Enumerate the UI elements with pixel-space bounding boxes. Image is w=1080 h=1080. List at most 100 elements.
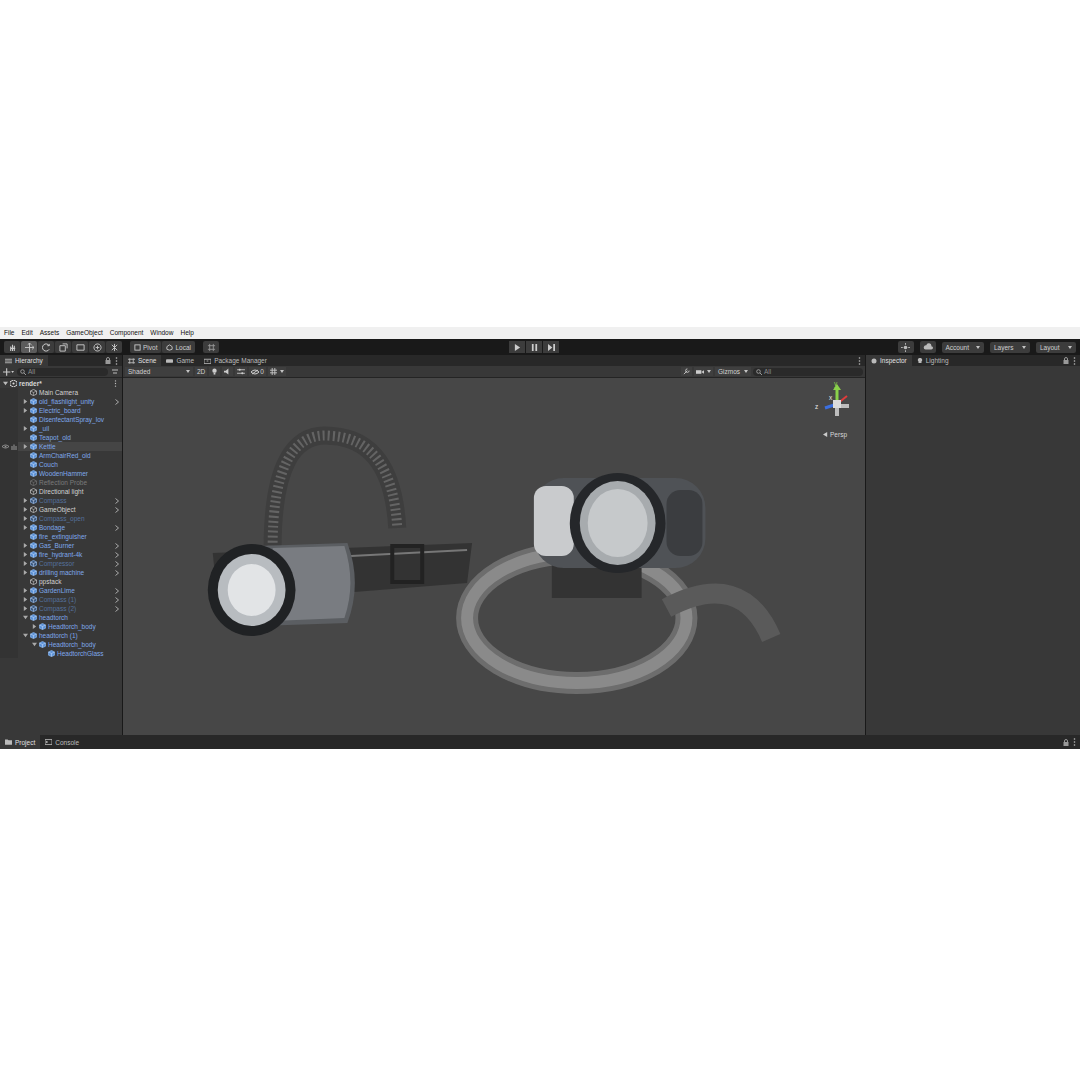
pivot-toggle[interactable]: Pivot — [130, 341, 161, 353]
effects-toggle[interactable] — [235, 367, 247, 376]
hierarchy-item[interactable]: old_flashlight_unity — [0, 397, 122, 406]
expanded-arrow-icon[interactable] — [23, 615, 28, 620]
hierarchy-item[interactable]: Headtorch_body — [0, 622, 122, 631]
open-prefab-arrow-icon[interactable] — [115, 399, 119, 405]
collapsed-arrow-icon[interactable] — [23, 399, 28, 404]
hierarchy-item[interactable]: Teapot_old — [0, 433, 122, 442]
collapsed-arrow-icon[interactable] — [23, 408, 28, 413]
tool-button[interactable] — [89, 341, 105, 353]
hierarchy-item[interactable]: HeadtorchGlass — [0, 649, 122, 658]
hierarchy-item[interactable]: DisenfectantSpray_lov — [0, 415, 122, 424]
filter-icon[interactable] — [111, 368, 119, 376]
scene-row[interactable]: render* — [0, 379, 122, 388]
lock-icon[interactable] — [1063, 357, 1069, 364]
create-button[interactable] — [3, 368, 14, 376]
collapsed-arrow-icon[interactable] — [23, 516, 28, 521]
collapsed-arrow-icon[interactable] — [23, 543, 28, 548]
account-dropdown[interactable]: Account — [942, 342, 985, 353]
projection-label[interactable]: Persp — [823, 431, 847, 438]
play-control-button[interactable] — [526, 341, 542, 353]
open-prefab-arrow-icon[interactable] — [115, 561, 119, 567]
snap-button[interactable] — [203, 341, 219, 353]
space-toggle[interactable]: Local — [162, 341, 195, 353]
more-icon[interactable] — [1073, 357, 1076, 365]
open-prefab-arrow-icon[interactable] — [115, 588, 119, 594]
tool-button[interactable] — [72, 341, 88, 353]
hierarchy-item[interactable]: GardenLime — [0, 586, 122, 595]
inspector-tab[interactable]: Lighting — [912, 355, 954, 366]
collapsed-arrow-icon[interactable] — [23, 588, 28, 593]
hierarchy-item[interactable]: Kettle — [0, 442, 122, 451]
draw-mode-dropdown[interactable]: Shaded — [125, 367, 193, 376]
camera-settings[interactable] — [694, 367, 713, 376]
expanded-arrow-icon[interactable] — [23, 633, 28, 638]
lock-icon[interactable] — [105, 357, 111, 364]
bottom-tab[interactable]: Console — [40, 735, 84, 749]
hierarchy-item[interactable]: Bondage — [0, 523, 122, 532]
open-prefab-arrow-icon[interactable] — [115, 507, 119, 513]
grid-toggle[interactable] — [268, 367, 286, 376]
hierarchy-item[interactable]: Compressor — [0, 559, 122, 568]
hierarchy-item[interactable]: headtorch — [0, 613, 122, 622]
2d-toggle[interactable]: 2D — [195, 367, 207, 376]
collapsed-arrow-icon[interactable] — [23, 561, 28, 566]
open-prefab-arrow-icon[interactable] — [115, 498, 119, 504]
open-prefab-arrow-icon[interactable] — [115, 525, 119, 531]
expanded-arrow-icon[interactable] — [32, 642, 37, 647]
hierarchy-item[interactable]: Compass (1) — [0, 595, 122, 604]
gizmos-dropdown[interactable]: Gizmos — [715, 367, 751, 376]
tool-button[interactable] — [106, 341, 122, 353]
more-icon[interactable] — [115, 357, 118, 365]
inspector-tab[interactable]: Inspector — [866, 355, 912, 366]
layout-dropdown[interactable]: Layout — [1036, 342, 1076, 353]
collapsed-arrow-icon[interactable] — [23, 426, 28, 431]
menu-item[interactable]: GameObject — [66, 327, 103, 339]
menu-item[interactable]: Help — [180, 327, 193, 339]
hierarchy-item[interactable]: Compass (2) — [0, 604, 122, 613]
hierarchy-item[interactable]: drilling machine — [0, 568, 122, 577]
collapsed-arrow-icon[interactable] — [23, 570, 28, 575]
hierarchy-item[interactable]: ArmChairRed_old — [0, 451, 122, 460]
hierarchy-item[interactable]: GameObject — [0, 505, 122, 514]
more-icon[interactable] — [858, 357, 861, 365]
collapsed-arrow-icon[interactable] — [23, 498, 28, 503]
hierarchy-item[interactable]: fire_extinguisher — [0, 532, 122, 541]
hierarchy-item[interactable]: Directional light — [0, 487, 122, 496]
lighting-toggle[interactable] — [209, 367, 220, 376]
tools-toggle[interactable] — [681, 367, 692, 376]
play-control-button[interactable] — [543, 341, 559, 353]
collapsed-arrow-icon[interactable] — [23, 606, 28, 611]
collapsed-arrow-icon[interactable] — [23, 507, 28, 512]
hierarchy-item[interactable]: Compass — [0, 496, 122, 505]
hierarchy-search[interactable]: All — [17, 368, 108, 376]
hidden-objects-toggle[interactable]: 0 — [249, 367, 266, 376]
orientation-gizmo[interactable]: yxz — [817, 382, 857, 426]
collapsed-arrow-icon[interactable] — [23, 597, 28, 602]
more-icon[interactable] — [1073, 738, 1076, 746]
more-icon[interactable] — [114, 380, 117, 387]
services-button[interactable] — [898, 341, 914, 353]
hierarchy-item[interactable]: ppstack — [0, 577, 122, 586]
hierarchy-item[interactable]: fire_hydrant-4k — [0, 550, 122, 559]
play-control-button[interactable] — [509, 341, 525, 353]
bottom-tab[interactable]: Project — [0, 735, 40, 749]
hierarchy-item[interactable]: Electric_board — [0, 406, 122, 415]
menu-item[interactable]: Edit — [21, 327, 32, 339]
hierarchy-item[interactable]: WoodenHammer — [0, 469, 122, 478]
menu-item[interactable]: Assets — [40, 327, 60, 339]
open-prefab-arrow-icon[interactable] — [115, 543, 119, 549]
collapsed-arrow-icon[interactable] — [23, 525, 28, 530]
tool-button[interactable] — [4, 341, 20, 353]
lock-icon[interactable] — [1063, 739, 1069, 746]
tool-button[interactable] — [21, 341, 37, 353]
open-prefab-arrow-icon[interactable] — [115, 570, 119, 576]
scene-search[interactable]: All — [753, 368, 863, 376]
hierarchy-item[interactable]: headtorch (1) — [0, 631, 122, 640]
tool-button[interactable] — [38, 341, 54, 353]
hierarchy-item[interactable]: Compass_open — [0, 514, 122, 523]
hierarchy-item[interactable]: Main Camera — [0, 388, 122, 397]
collapsed-arrow-icon[interactable] — [32, 624, 37, 629]
cloud-button[interactable] — [920, 341, 936, 353]
view-tab[interactable]: Package Manager — [199, 355, 272, 366]
layers-dropdown[interactable]: Layers — [990, 342, 1030, 353]
